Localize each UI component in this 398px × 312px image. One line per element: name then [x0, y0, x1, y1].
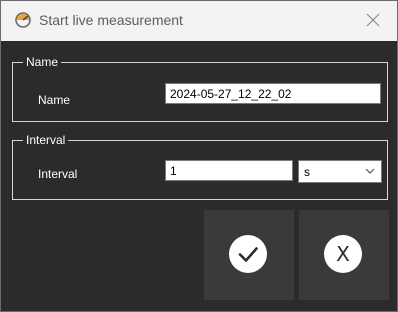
interval-label: Interval [38, 167, 78, 181]
interval-group-legend: Interval [23, 132, 69, 148]
interval-unit-value: s [304, 165, 310, 179]
checkmark-icon [238, 247, 258, 262]
name-input[interactable] [165, 83, 381, 104]
chevron-down-icon [365, 168, 375, 174]
title-bar[interactable]: Start live measurement [1, 1, 397, 41]
ok-circle [229, 235, 267, 273]
cancel-button[interactable]: X [299, 210, 389, 300]
cancel-x-icon: X [336, 242, 350, 266]
ok-button[interactable] [204, 210, 294, 300]
gauge-icon [14, 11, 32, 29]
name-label: Name [38, 93, 71, 107]
interval-unit-select[interactable]: s [298, 160, 382, 183]
interval-input[interactable] [165, 160, 293, 181]
window-title: Start live measurement [39, 12, 183, 28]
cancel-circle: X [324, 235, 362, 273]
close-button[interactable] [351, 1, 397, 41]
dialog-window: Start live measurement Name Name Interva… [0, 0, 398, 312]
close-icon [366, 13, 380, 27]
name-group-legend: Name [23, 54, 62, 70]
